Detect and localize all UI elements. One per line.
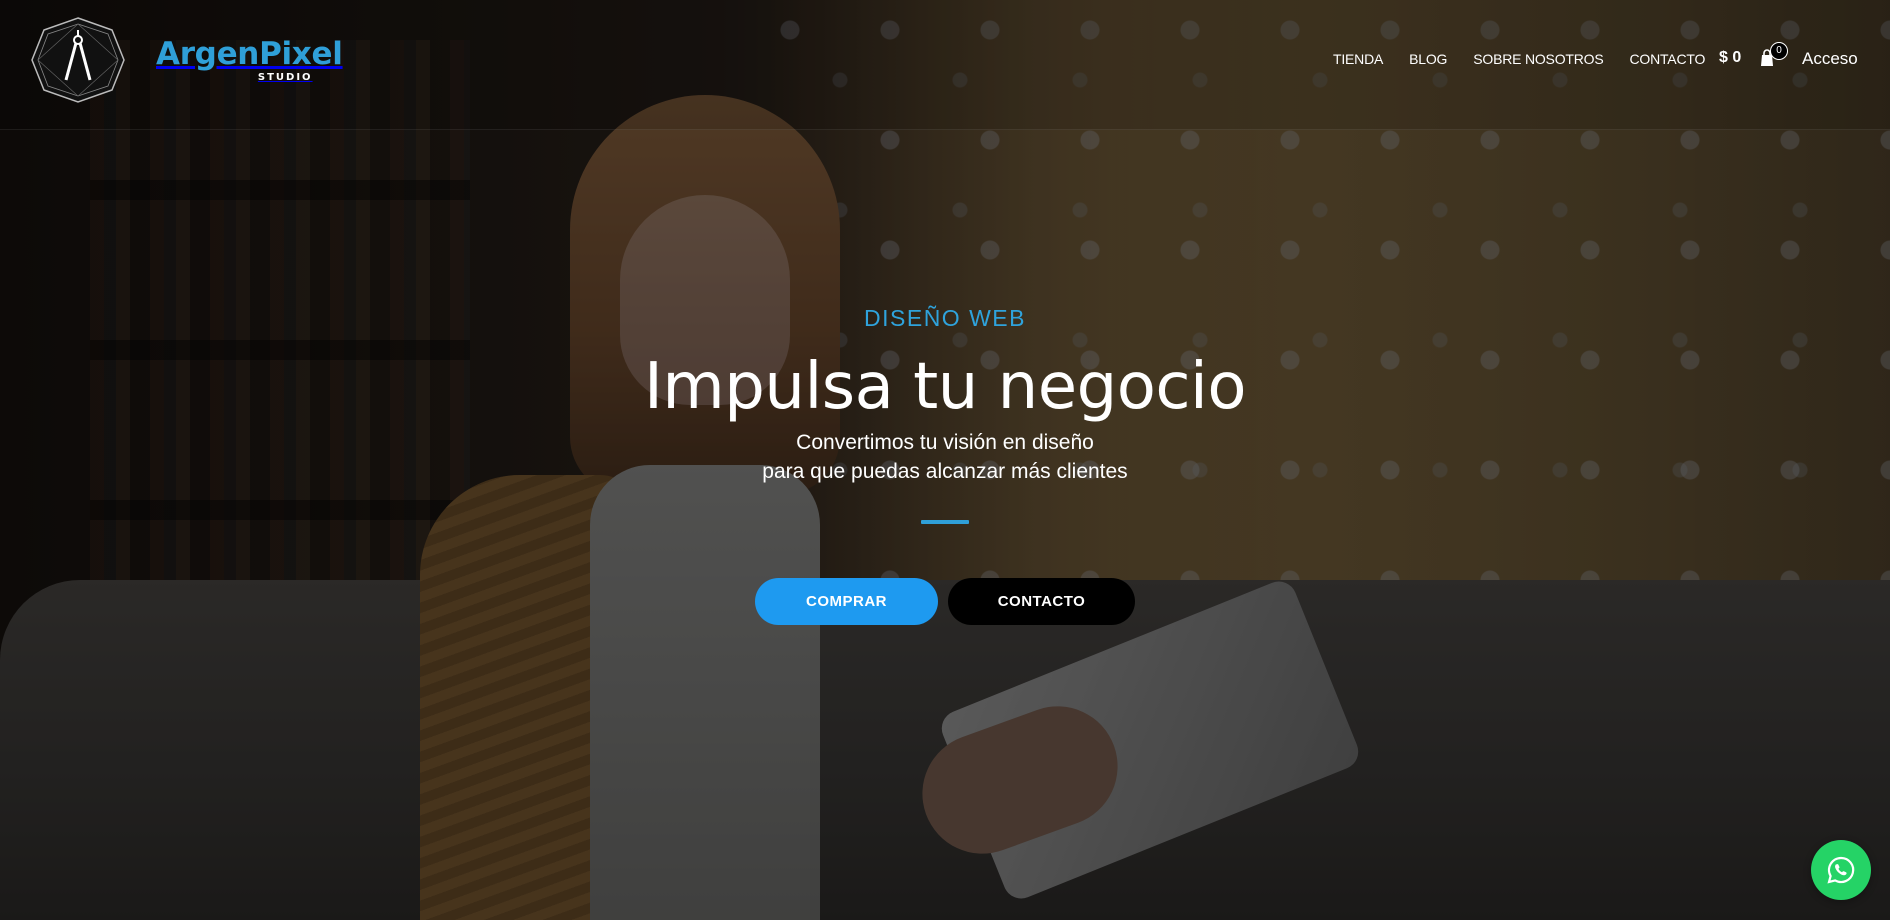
login-link[interactable]: Acceso (1802, 49, 1858, 69)
hero-subtitle-line1: Convertimos tu visión en diseño (796, 431, 1094, 454)
hero-divider (921, 520, 969, 524)
brand-subtitle: STUDIO (257, 72, 313, 83)
compass-logo-icon (31, 17, 125, 103)
whatsapp-button[interactable] (1811, 840, 1871, 900)
cart-count-badge: 0 (1770, 42, 1788, 60)
brand-name: ArgenPixel (156, 36, 343, 72)
cart-total[interactable]: $ 0 (1719, 49, 1741, 67)
whatsapp-icon (1827, 856, 1855, 884)
hero-title: Impulsa tu negocio (644, 350, 1246, 424)
site-logo[interactable]: ArgenPixel STUDIO (30, 16, 343, 104)
hero-section: DISEÑO WEB Impulsa tu negocio Convertimo… (0, 300, 1890, 524)
hero-subtitle-line2: para que puedas alcanzar más clientes (762, 460, 1128, 483)
main-navigation: TIENDA BLOG SOBRE NOSOTROS CONTACTO (1333, 51, 1705, 67)
nav-item-contacto[interactable]: CONTACTO (1629, 51, 1705, 67)
nav-item-tienda[interactable]: TIENDA (1333, 51, 1383, 67)
nav-item-sobre-nosotros[interactable]: SOBRE NOSOTROS (1473, 51, 1603, 67)
nav-item-blog[interactable]: BLOG (1409, 51, 1447, 67)
hero-eyebrow: DISEÑO WEB (864, 305, 1026, 331)
comprar-button[interactable]: COMPRAR (755, 578, 938, 625)
contacto-button[interactable]: CONTACTO (948, 578, 1135, 625)
site-header: ArgenPixel STUDIO TIENDA BLOG SOBRE NOSO… (0, 0, 1890, 130)
hero-cta-group: COMPRAR CONTACTO (755, 578, 1135, 625)
